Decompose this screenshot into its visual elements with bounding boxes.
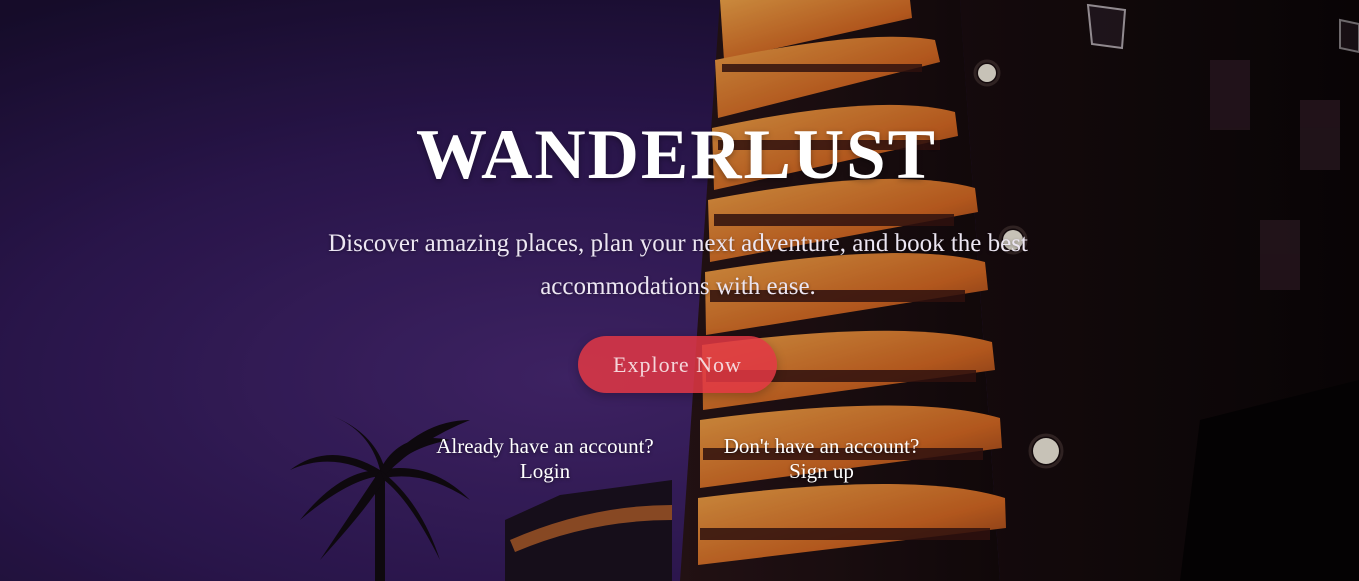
login-prompt-text: Already have an account? [436,434,654,458]
hero-section: WANDERLUST Discover amazing places, plan… [0,0,1359,581]
hero-subtitle: Discover amazing places, plan your next … [328,230,1028,300]
login-prompt-block: Already have an account? Login [420,434,670,484]
signup-link[interactable]: Sign up [789,459,854,484]
login-link[interactable]: Login [520,459,570,484]
hero-content: WANDERLUST Discover amazing places, plan… [0,0,1359,581]
explore-now-button[interactable]: Explore Now [578,336,777,393]
signup-prompt-block: Don't have an account? Sign up [700,434,943,484]
hero-title: WANDERLUST [415,116,938,194]
signup-prompt-text: Don't have an account? [723,434,920,458]
